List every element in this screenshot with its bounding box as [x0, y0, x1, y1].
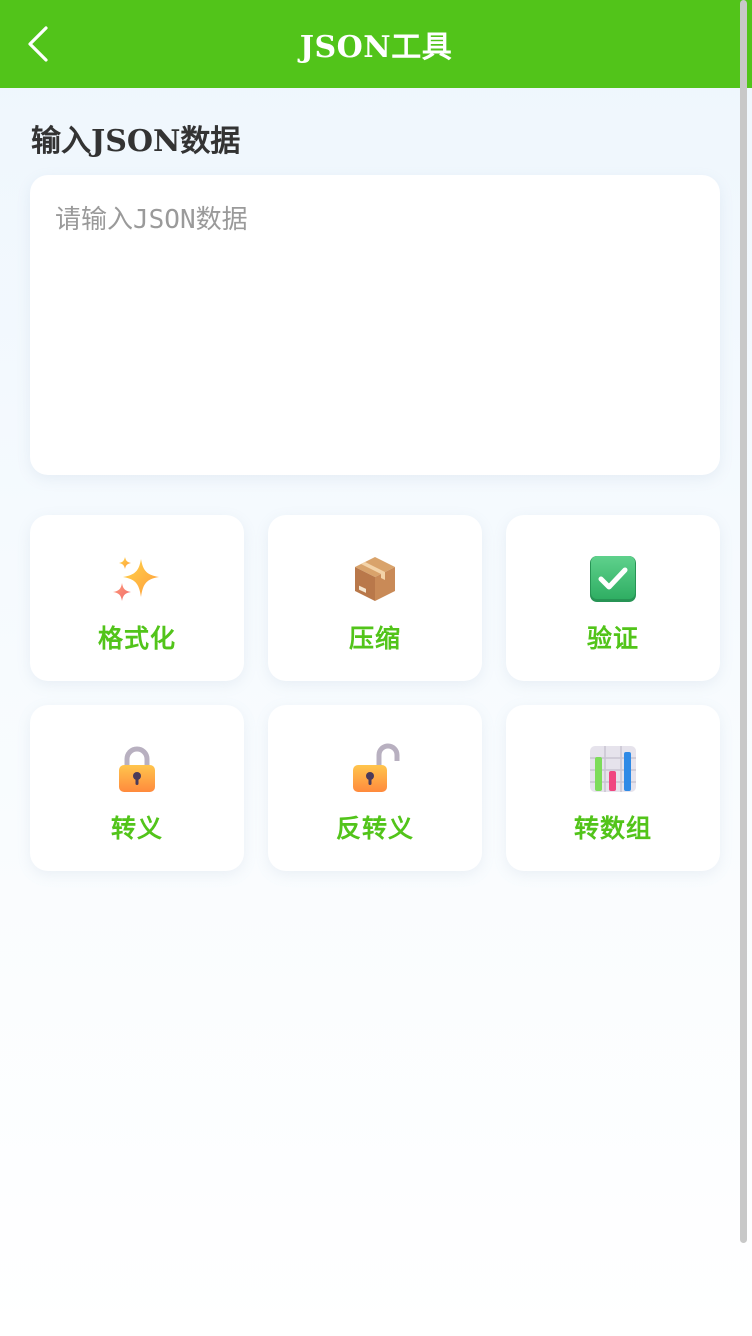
compress-label: 压缩: [348, 624, 401, 653]
check-box-icon: [587, 553, 639, 605]
chevron-left-icon: [28, 26, 48, 62]
escape-label: 转义: [110, 814, 163, 843]
json-input-card: [30, 175, 720, 475]
locked-icon: [111, 743, 163, 795]
to-array-label: 转数组: [573, 814, 652, 843]
validate-button[interactable]: 验证: [506, 515, 720, 681]
compress-button[interactable]: 压缩: [268, 515, 482, 681]
json-input-field[interactable]: [30, 175, 720, 475]
sparkles-icon: [111, 553, 163, 605]
escape-button[interactable]: 转义: [30, 705, 244, 871]
validate-label: 验证: [586, 624, 639, 653]
format-button[interactable]: 格式化: [30, 515, 244, 681]
input-section-title: 输入JSON数据: [31, 124, 241, 159]
to-array-button[interactable]: 转数组: [506, 705, 720, 871]
back-button[interactable]: [18, 22, 58, 66]
unescape-label: 反转义: [335, 814, 414, 843]
page-title: JSON工具: [299, 30, 453, 65]
unlocked-icon: [349, 743, 401, 795]
package-icon: [349, 553, 401, 605]
format-label: 格式化: [97, 624, 176, 653]
bar-chart-icon: [587, 743, 639, 795]
scrollbar[interactable]: [740, 0, 747, 1243]
unescape-button[interactable]: 反转义: [268, 705, 482, 871]
app-header: JSON工具: [0, 0, 752, 88]
